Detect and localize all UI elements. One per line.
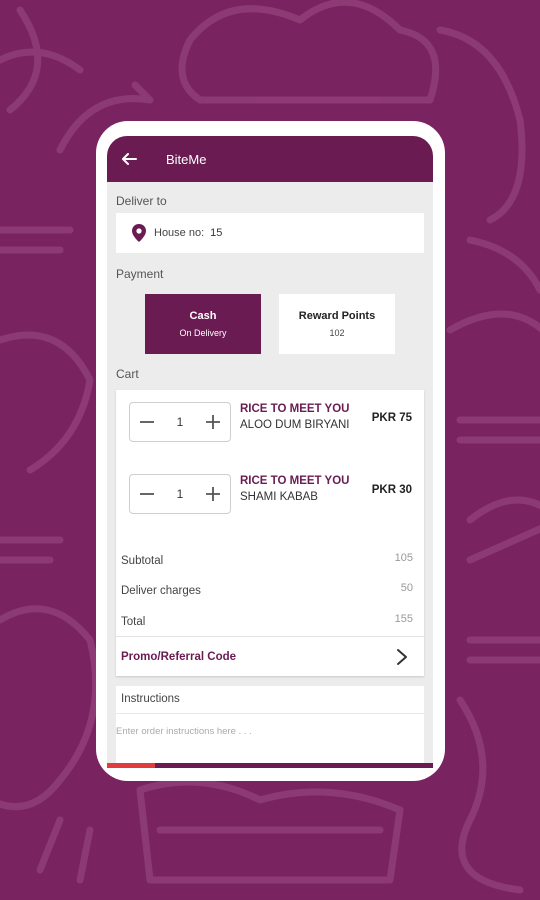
bottom-action-bar <box>107 763 433 768</box>
cash-title: Cash <box>189 310 217 322</box>
quantity-stepper: 1 <box>129 402 231 442</box>
reward-points-value: 102 <box>329 328 345 338</box>
total-label: Total <box>121 616 146 628</box>
app-title: BiteMe <box>166 151 207 167</box>
item-price: PKR 75 <box>371 412 412 424</box>
increase-qty-button[interactable] <box>196 475 230 513</box>
promo-label: Promo/Referral Code <box>121 650 237 663</box>
payment-label: Payment <box>116 267 164 281</box>
delivery-charges-row: Deliver charges 50 <box>121 582 413 597</box>
increase-qty-button[interactable] <box>196 403 230 441</box>
item-restaurant: RICE TO MEET YOU <box>240 475 350 487</box>
quantity-value: 1 <box>176 415 184 429</box>
chevron-right-icon <box>397 649 407 665</box>
item-name: SHAMI KABAB <box>240 491 318 503</box>
instructions-input[interactable] <box>116 722 416 740</box>
decrease-qty-button[interactable] <box>130 475 164 513</box>
plus-icon <box>206 487 220 501</box>
minus-icon <box>140 493 154 495</box>
app-bar: BiteMe <box>107 136 433 182</box>
subtotal-label: Subtotal <box>121 555 164 567</box>
item-name: ALOO DUM BIRYANI <box>240 419 350 431</box>
cart-item: 1 RICE TO MEET YOU SHAMI KABAB PKR 30 <box>116 472 424 516</box>
bottom-accent <box>107 763 155 768</box>
app-screen: BiteMe Deliver to House no: 15 Payment C… <box>107 136 433 768</box>
cart-label: Cart <box>116 367 139 381</box>
reward-points-option[interactable]: Reward Points 102 <box>279 294 395 354</box>
subtotal-row: Subtotal 105 <box>121 552 413 567</box>
divider <box>116 713 424 714</box>
delivery-address-field[interactable]: House no: 15 <box>116 213 424 253</box>
arrow-left-icon <box>122 153 137 165</box>
cart-item: 1 RICE TO MEET YOU ALOO DUM BIRYANI PKR … <box>116 400 424 444</box>
minus-icon <box>140 421 154 423</box>
delivery-charges-label: Deliver charges <box>121 585 201 597</box>
address-value: 15 <box>210 227 223 239</box>
total-row: Total 155 <box>121 613 413 628</box>
promo-code-button[interactable]: Promo/Referral Code <box>116 636 424 676</box>
cash-subtitle: On Delivery <box>179 328 227 338</box>
instructions-card: Instructions <box>116 686 424 766</box>
cart-card: 1 RICE TO MEET YOU ALOO DUM BIRYANI PKR … <box>116 390 424 676</box>
cash-on-delivery-option[interactable]: Cash On Delivery <box>145 294 261 354</box>
plus-icon <box>206 415 220 429</box>
address-label: House no: <box>154 227 205 239</box>
delivery-charges-value: 50 <box>400 582 413 594</box>
item-restaurant: RICE TO MEET YOU <box>240 403 350 415</box>
quantity-value: 1 <box>176 487 184 501</box>
deliver-to-label: Deliver to <box>116 194 167 208</box>
quantity-stepper: 1 <box>129 474 231 514</box>
reward-title: Reward Points <box>298 310 376 322</box>
subtotal-value: 105 <box>394 552 413 564</box>
back-button[interactable] <box>119 149 139 169</box>
instructions-label: Instructions <box>121 693 180 705</box>
decrease-qty-button[interactable] <box>130 403 164 441</box>
total-value: 155 <box>394 613 413 625</box>
item-price: PKR 30 <box>371 484 412 496</box>
location-pin-icon <box>132 224 146 242</box>
